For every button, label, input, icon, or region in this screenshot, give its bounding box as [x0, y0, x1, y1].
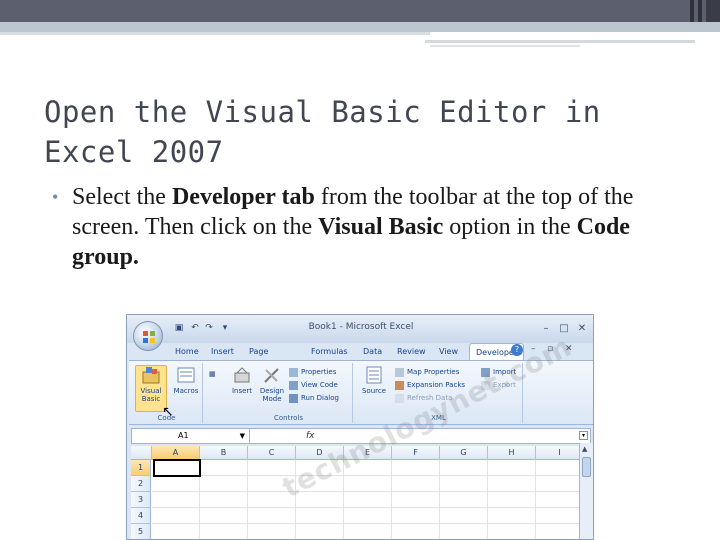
column-header-a[interactable]: A — [152, 446, 200, 460]
refresh-data-icon — [395, 393, 404, 403]
column-header-g[interactable]: G — [440, 446, 488, 460]
grid-line — [152, 507, 579, 508]
map-properties-button[interactable]: Map Properties — [395, 367, 459, 378]
grid-line — [391, 460, 392, 539]
row-header-1[interactable]: 1 — [131, 460, 151, 476]
excel-title-bar: ▣ ↶ ↷ ▾ Book1 - Microsoft Excel – □ ✕ — [127, 315, 593, 343]
macros-icon — [177, 367, 195, 383]
grid-line — [152, 523, 579, 524]
view-code-button[interactable]: View Code — [289, 380, 338, 391]
top-bar-accent — [690, 0, 694, 22]
tab-review[interactable]: Review — [397, 343, 426, 360]
map-properties-icon — [395, 367, 404, 377]
tab-page-layout[interactable]: Page Layout — [249, 343, 276, 373]
insert-control-label: Insert — [231, 387, 253, 395]
slide-title: Open the Visual Basic Editor in Excel 20… — [44, 95, 601, 169]
view-code-icon — [289, 380, 298, 390]
map-properties-label: Map Properties — [407, 368, 460, 376]
bullet-run: option in the — [443, 214, 577, 240]
scroll-up-icon[interactable]: ▲ — [582, 445, 587, 453]
bullet-emphasis: Developer tab — [171, 184, 315, 210]
properties-icon — [289, 367, 298, 377]
selected-cell-a1[interactable] — [153, 459, 201, 477]
minimize-button[interactable]: – — [539, 323, 553, 334]
slide-accent-line — [430, 45, 580, 47]
insert-function-button[interactable]: fx — [306, 429, 315, 443]
tab-view[interactable]: View — [439, 343, 458, 360]
grid-line — [535, 460, 536, 539]
bullet-point: • Select the Developer tab from the tool… — [52, 182, 672, 272]
visual-basic-icon — [142, 367, 160, 384]
design-mode-icon — [264, 368, 279, 383]
visual-basic-label: Visual Basic — [140, 387, 162, 403]
vertical-scrollbar[interactable]: ▲ — [579, 443, 593, 539]
office-logo-icon — [143, 331, 155, 343]
run-dialog-label: Run Dialog — [301, 394, 339, 402]
chevron-down-icon[interactable]: ▼ — [240, 429, 245, 443]
row-header-5[interactable]: 5 — [131, 524, 151, 539]
xml-source-icon — [366, 366, 382, 384]
slide-top-bar — [0, 0, 720, 22]
name-box[interactable]: A1 ▼ — [132, 429, 250, 443]
slide-accent-line — [0, 32, 430, 35]
macros-label: Macros — [173, 387, 199, 395]
expansion-packs-icon — [395, 380, 404, 390]
visual-basic-button[interactable]: Visual Basic — [136, 365, 166, 403]
name-box-value: A1 — [178, 431, 189, 440]
expand-formula-bar-icon[interactable]: ▾ — [579, 431, 588, 440]
bullet-emphasis: Visual Basic — [318, 214, 444, 240]
row-header-3[interactable]: 3 — [131, 492, 151, 508]
top-bar-accent — [698, 0, 702, 22]
record-macro-icon[interactable]: ▦ — [209, 369, 216, 380]
select-all-corner[interactable] — [131, 446, 152, 460]
scrollbar-thumb[interactable] — [582, 457, 591, 477]
tab-home[interactable]: Home — [175, 343, 199, 360]
row-header-4[interactable]: 4 — [131, 508, 151, 524]
slide-accent-line — [425, 40, 695, 43]
bullet-mark: • — [52, 187, 59, 207]
controls-group-label: Controls — [274, 414, 303, 422]
tab-formulas[interactable]: Formulas — [311, 343, 348, 360]
office-button[interactable] — [133, 321, 163, 351]
top-bar-accent — [706, 0, 720, 22]
slide-accent-band — [0, 22, 720, 32]
bullet-run: Select the — [72, 184, 172, 210]
properties-button[interactable]: Properties — [289, 367, 336, 378]
toolbox-icon — [234, 367, 250, 383]
column-header-c[interactable]: C — [248, 446, 296, 460]
properties-label: Properties — [301, 368, 337, 376]
bullet-text: Select the Developer tab from the toolba… — [52, 182, 672, 272]
excel-window: ▣ ↶ ↷ ▾ Book1 - Microsoft Excel – □ ✕ Ho… — [126, 314, 594, 540]
close-button[interactable]: ✕ — [575, 323, 589, 334]
column-header-b[interactable]: B — [200, 446, 248, 460]
mouse-pointer-icon: ↖ — [162, 404, 174, 420]
run-dialog-button[interactable]: Run Dialog — [289, 393, 339, 404]
grid-line — [152, 491, 579, 492]
grid-line — [487, 460, 488, 539]
source-label: Source — [361, 387, 387, 395]
macros-button[interactable]: Macros — [171, 365, 201, 395]
row-header-2[interactable]: 2 — [131, 476, 151, 492]
view-code-label: View Code — [301, 381, 338, 389]
grid-line — [439, 460, 440, 539]
grid-line — [247, 460, 248, 539]
controls-group: Insert Design Mode Properties View Code … — [225, 363, 353, 423]
design-mode-button[interactable]: Design Mode — [257, 365, 287, 403]
run-dialog-icon — [289, 393, 298, 403]
tab-insert[interactable]: Insert — [211, 343, 234, 360]
column-header-h[interactable]: H — [488, 446, 536, 460]
design-mode-label: Design Mode — [259, 387, 285, 403]
tab-data[interactable]: Data — [363, 343, 382, 360]
column-header-i[interactable]: I — [536, 446, 584, 460]
insert-control-button[interactable]: Insert — [227, 365, 257, 395]
window-title: Book1 - Microsoft Excel — [308, 322, 414, 332]
grid-line — [152, 475, 579, 476]
source-button[interactable]: Source — [359, 365, 389, 395]
